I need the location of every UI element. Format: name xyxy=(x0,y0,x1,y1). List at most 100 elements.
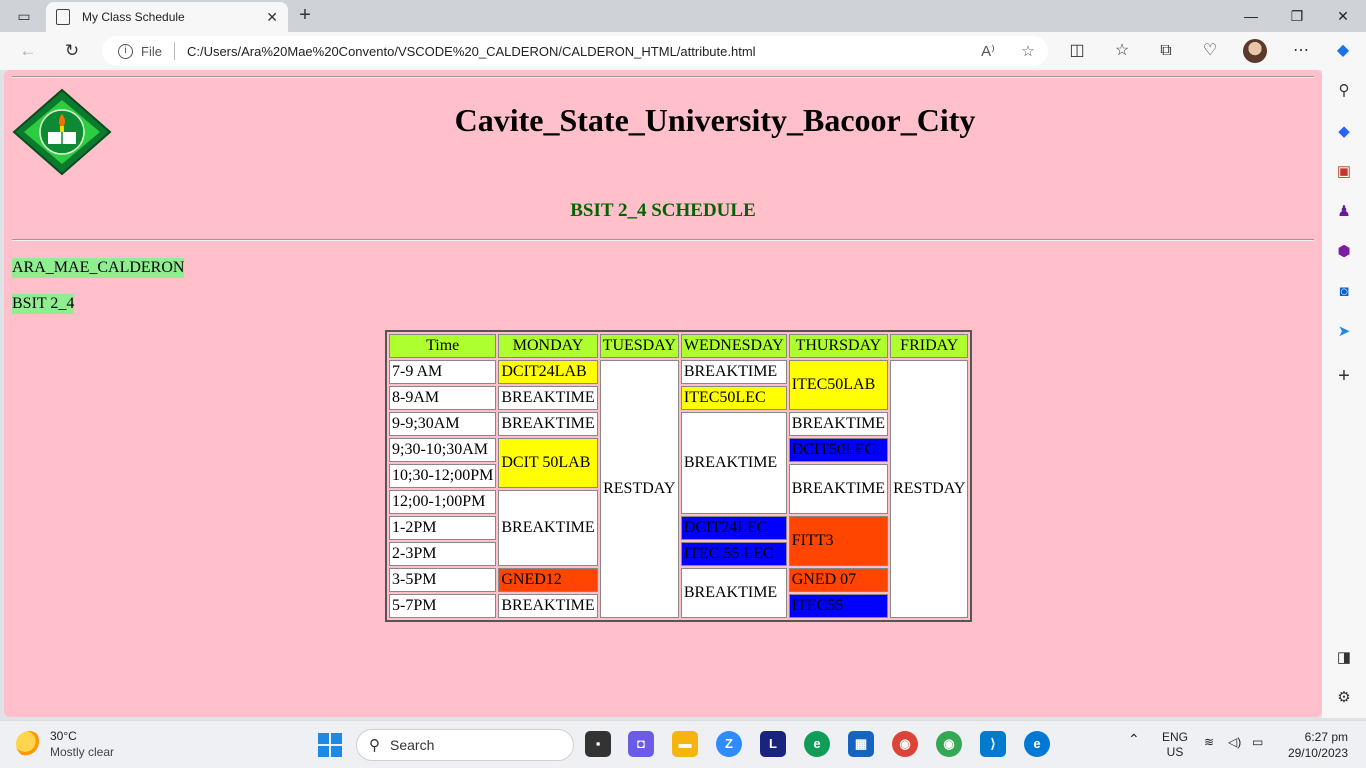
clock-time: 6:27 pm xyxy=(1304,730,1348,744)
time-cell: 1-2PM xyxy=(389,516,497,540)
tuesday-restday-cell: RESTDAY xyxy=(599,360,679,618)
header-friday: FRIDAY xyxy=(890,334,969,358)
friday-restday-cell: RESTDAY xyxy=(890,360,969,618)
chrome-icon[interactable]: ◉ xyxy=(892,731,918,757)
close-tab-icon[interactable]: ✕ xyxy=(266,9,278,26)
split-screen-icon[interactable]: ◫ xyxy=(1062,38,1092,64)
schedule-cell: BREAKTIME xyxy=(498,594,598,618)
time-cell: 9;30-10;30AM xyxy=(389,438,497,462)
weather-description[interactable]: Mostly clear xyxy=(50,745,114,759)
address-bar[interactable]: i File C:/Users/Ara%20Mae%20Convento/VSC… xyxy=(102,36,1048,66)
time-cell: 7-9 AM xyxy=(389,360,497,384)
chrome-profile-icon[interactable]: ◉ xyxy=(936,731,962,757)
sidebar-toggle-icon[interactable]: ◨ xyxy=(1332,646,1356,670)
edge-sidebar: ⚲ ◆ ▣ ♟ ⬢ ◙ ➤ + ◨ ⚙ xyxy=(1322,70,1366,718)
favorites-icon[interactable]: ☆ xyxy=(1107,38,1137,64)
site-title: Cavite_State_University_Bacoor_City xyxy=(454,102,976,138)
microsoft-365-icon[interactable]: ⬢ xyxy=(1332,240,1356,264)
add-icon[interactable]: + xyxy=(1332,364,1356,388)
browser-essentials-icon[interactable]: ♡ xyxy=(1195,38,1225,64)
search-placeholder: Search xyxy=(390,737,435,753)
schedule-cell: ITEC 55 LEC xyxy=(680,542,787,566)
time-cell: 9-9;30AM xyxy=(389,412,497,436)
vscode-icon[interactable]: ⟩ xyxy=(980,731,1006,757)
schedule-title: BSIT 2_4 SCHEDULE xyxy=(570,200,756,221)
taskbar-search[interactable]: ⚲ Search xyxy=(356,729,574,761)
page-icon xyxy=(56,9,70,25)
time-cell: 8-9AM xyxy=(389,386,497,410)
zoom-icon[interactable]: Z xyxy=(716,731,742,757)
send-icon[interactable]: ➤ xyxy=(1332,320,1356,344)
new-tab-button[interactable]: + xyxy=(292,4,318,28)
header-monday: MONDAY xyxy=(498,334,598,358)
start-button[interactable] xyxy=(318,733,342,757)
system-clock[interactable]: 6:27 pm 29/10/2023 xyxy=(1282,729,1348,761)
collections-icon[interactable]: ⧉ xyxy=(1151,38,1181,64)
wifi-icon[interactable]: ≋ xyxy=(1204,735,1214,749)
browser-titlebar: ▭ My Class Schedule ✕ + — ❐ ✕ xyxy=(0,0,1366,32)
header-time: Time xyxy=(389,334,497,358)
time-cell: 10;30-12;00PM xyxy=(389,464,497,488)
microsoft-store-icon[interactable]: ▦ xyxy=(848,731,874,757)
time-cell: 12;00-1;00PM xyxy=(389,490,497,514)
tools-icon[interactable]: ▣ xyxy=(1332,160,1356,184)
edge-active-icon[interactable]: e xyxy=(1024,731,1050,757)
minimize-button[interactable]: — xyxy=(1228,4,1274,28)
schedule-cell: ITEC50LEC xyxy=(680,386,787,410)
page-viewport: Cavite_State_University_Bacoor_City BSIT… xyxy=(4,70,1322,717)
schedule-cell: DCIT24LEC xyxy=(680,516,787,540)
schedule-cell: ITEC50LAB xyxy=(788,360,889,410)
battery-icon[interactable]: ▭ xyxy=(1252,735,1263,749)
browser-toolbar: ← ↻ i File C:/Users/Ara%20Mae%20Convento… xyxy=(0,32,1366,70)
language-indicator[interactable]: ENG US xyxy=(1162,730,1188,760)
schedule-cell: ITEC55 xyxy=(788,594,889,618)
header-thursday: THURSDAY xyxy=(788,334,889,358)
student-name: ARA_MAE_CALDERON xyxy=(12,258,185,278)
profile-avatar[interactable] xyxy=(1243,39,1267,63)
l-app-icon[interactable]: L xyxy=(760,731,786,757)
weather-temperature[interactable]: 30°C xyxy=(50,729,77,743)
table-header-row: Time MONDAY TUESDAY WEDNESDAY THURSDAY F… xyxy=(389,334,969,358)
schedule-cell: FITT3 xyxy=(788,516,889,566)
url-text[interactable]: C:/Users/Ara%20Mae%20Convento/VSCODE%20_… xyxy=(187,44,968,59)
info-icon[interactable]: i xyxy=(118,43,133,59)
outlook-icon[interactable]: ◙ xyxy=(1332,280,1356,304)
schedule-cell: BREAKTIME xyxy=(788,464,889,514)
read-aloud-icon[interactable]: A⁾ xyxy=(968,42,1008,60)
time-cell: 3-5PM xyxy=(389,568,497,592)
schedule-cell: BREAKTIME xyxy=(680,412,787,514)
section-label: BSIT 2_4 xyxy=(12,294,75,314)
schedule-cell: GNED 07 xyxy=(788,568,889,592)
file-label: File xyxy=(141,43,162,59)
schedule-cell: GNED12 xyxy=(498,568,598,592)
divider xyxy=(173,42,175,60)
teams-chat-icon[interactable]: ◘ xyxy=(628,731,654,757)
schedule-cell: BREAKTIME xyxy=(788,412,889,436)
file-explorer-icon[interactable]: ▬ xyxy=(672,731,698,757)
edge-icon[interactable]: e xyxy=(804,731,830,757)
copilot-icon[interactable]: ◆ xyxy=(1328,38,1358,64)
back-button[interactable]: ← xyxy=(14,38,42,64)
close-window-button[interactable]: ✕ xyxy=(1320,4,1366,28)
language-code: ENG xyxy=(1162,730,1189,744)
schedule-cell: BREAKTIME xyxy=(680,360,787,384)
browser-tab[interactable]: My Class Schedule ✕ xyxy=(46,2,288,32)
shopping-tag-icon[interactable]: ◆ xyxy=(1332,120,1356,144)
games-icon[interactable]: ♟ xyxy=(1332,200,1356,224)
search-icon[interactable]: ⚲ xyxy=(1332,79,1356,103)
windows-logo-icon xyxy=(318,733,329,744)
time-cell: 5-7PM xyxy=(389,594,497,618)
weather-moon-icon[interactable] xyxy=(16,731,42,757)
task-view-icon[interactable]: ▪ xyxy=(585,731,611,757)
tab-title: My Class Schedule xyxy=(82,10,185,24)
settings-gear-icon[interactable]: ⚙ xyxy=(1332,686,1356,710)
show-hidden-icons-chevron-icon[interactable]: ⌃ xyxy=(1128,731,1140,748)
middle-rule xyxy=(12,239,1314,241)
volume-icon[interactable]: ◁) xyxy=(1228,735,1241,749)
more-options-icon[interactable]: ⋯ xyxy=(1286,38,1316,64)
favorite-star-icon[interactable]: ☆ xyxy=(1008,42,1048,60)
restore-button[interactable]: ❐ xyxy=(1274,4,1320,28)
schedule-cell: BREAKTIME xyxy=(680,568,787,618)
refresh-button[interactable]: ↻ xyxy=(58,38,86,64)
tab-actions-icon[interactable]: ▭ xyxy=(8,4,40,28)
